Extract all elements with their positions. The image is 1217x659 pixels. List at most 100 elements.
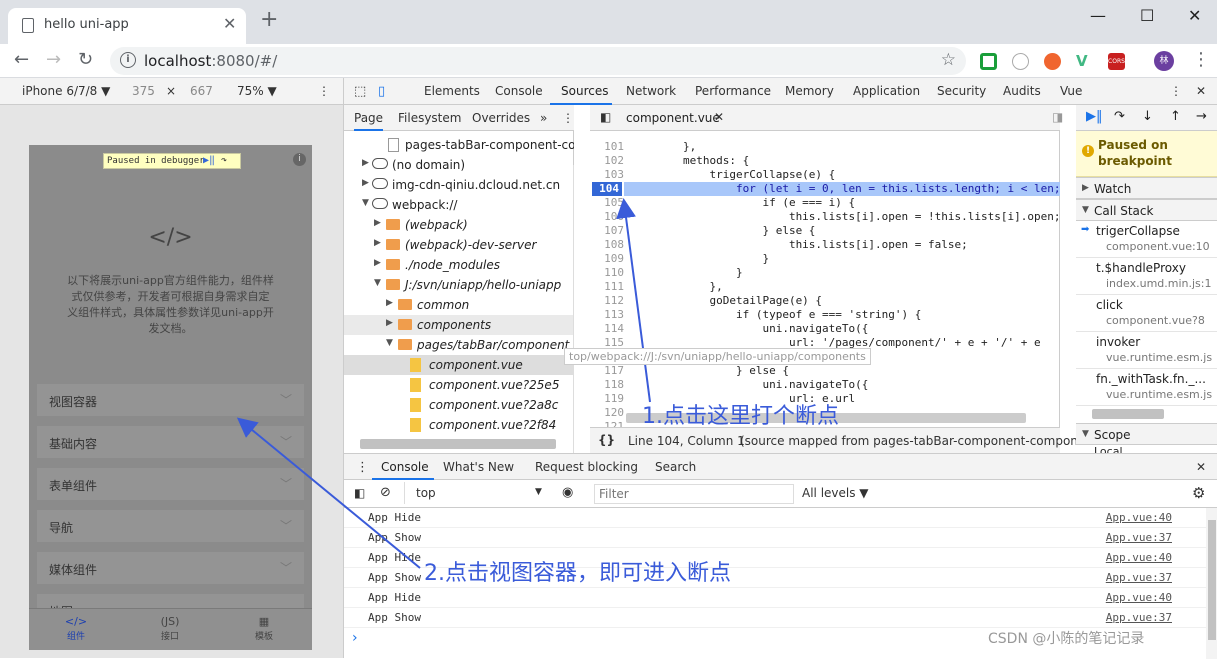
line-number[interactable]: 101 (590, 140, 624, 154)
tab-sources[interactable]: Sources (561, 84, 608, 98)
browser-menu-icon[interactable]: ⋮ (1192, 50, 1210, 70)
eye-icon[interactable]: ◉ (562, 485, 573, 500)
line-number[interactable]: 114 (590, 322, 624, 336)
menu-item-form[interactable]: 表单组件 ﹀ (37, 468, 304, 500)
code-line[interactable]: goDetailPage(e) { (630, 294, 822, 308)
address-bar[interactable]: i localhost:8080/#/ ☆ (110, 47, 966, 75)
tree-item-selected[interactable]: component.vue (344, 355, 574, 375)
line-number[interactable]: 103 (590, 168, 624, 182)
resume-icon[interactable]: ▶‖ (203, 155, 217, 167)
cors-extension-icon[interactable]: CORS (1108, 53, 1125, 70)
extension-green-icon[interactable] (980, 53, 997, 70)
line-number[interactable]: 109 (590, 252, 624, 266)
line-number[interactable]: 120 (590, 406, 624, 420)
nav-tab-page[interactable]: Page (354, 111, 384, 131)
chevron-down-icon[interactable]: ▼ (535, 487, 542, 497)
clear-console-icon[interactable]: ⊘ (380, 485, 391, 500)
line-number[interactable]: 113 (590, 308, 624, 322)
watch-section-header[interactable]: ▶ Watch (1076, 177, 1217, 199)
call-frame[interactable]: t.$handleProxy index.umd.min.js:1 (1076, 258, 1217, 295)
console-filter-input[interactable] (594, 484, 794, 504)
tab-console[interactable]: Console (495, 84, 543, 98)
tree-item[interactable]: component.vue?2a8c (344, 395, 574, 415)
nav-menu-icon[interactable]: ⋮ (562, 111, 574, 125)
tree-item[interactable]: ▶ (no domain) (344, 155, 574, 175)
tab-memory[interactable]: Memory (785, 84, 834, 98)
maximize-button[interactable]: ☐ (1140, 6, 1154, 25)
drawer-tab-whats-new[interactable]: What's New (443, 460, 514, 474)
drawer-menu-icon[interactable]: ⋮ (356, 460, 369, 475)
device-height[interactable]: 667 (190, 84, 213, 98)
line-number[interactable]: 110 (590, 266, 624, 280)
code-line-paused[interactable]: for (let i = 0, len = this.lists.length;… (630, 182, 1060, 196)
close-window-button[interactable]: ✕ (1188, 6, 1201, 25)
code-line[interactable]: methods: { (630, 154, 749, 168)
line-number[interactable]: 118 (590, 378, 624, 392)
tab-network[interactable]: Network (626, 84, 676, 98)
call-frame[interactable]: invoker vue.runtime.esm.js (1076, 332, 1217, 369)
step-icon[interactable]: → (1196, 109, 1207, 124)
resume-icon[interactable]: ▶‖ (1086, 109, 1103, 124)
code-line[interactable]: uni.navigateTo({ (630, 378, 868, 392)
gear-icon[interactable]: ⚙ (1192, 484, 1205, 502)
tree-item[interactable]: component.vue?2f84 (344, 415, 574, 435)
device-menu-icon[interactable]: ⋮ (318, 84, 330, 98)
sidebar-horizontal-scrollbar[interactable] (1092, 409, 1164, 419)
step-into-icon[interactable]: ↓ (1142, 109, 1153, 124)
tree-item[interactable]: ▶ img-cdn-qiniu.dcloud.net.cn (344, 175, 574, 195)
tree-item[interactable]: pages-tabBar-component-comp (344, 135, 574, 155)
reload-icon[interactable]: ↻ (78, 50, 93, 70)
close-devtools-icon[interactable]: ✕ (1196, 84, 1206, 98)
tab-elements[interactable]: Elements (424, 84, 480, 98)
vue-devtools-icon[interactable]: V (1076, 53, 1093, 70)
code-line[interactable]: if (e === i) { (630, 196, 855, 210)
forward-icon[interactable]: → (46, 50, 61, 70)
tree-item[interactable]: ▶ ./node_modules (344, 255, 574, 275)
code-line[interactable]: } else { (630, 224, 815, 238)
tree-item[interactable]: component.vue?25e5 (344, 375, 574, 395)
log-source-link[interactable]: App.vue:40 (1106, 511, 1172, 524)
tree-item[interactable]: ▶ (webpack) (344, 215, 574, 235)
code-line[interactable]: this.lists[i].open = false; (630, 238, 968, 252)
menu-item-media[interactable]: 媒体组件 ﹀ (37, 552, 304, 584)
tab-security[interactable]: Security (937, 84, 986, 98)
log-levels-select[interactable]: All levels ▼ (802, 486, 869, 500)
line-number[interactable]: 111 (590, 280, 624, 294)
sidebar-toggle-icon[interactable]: ◧ (354, 486, 365, 500)
log-source-link[interactable]: App.vue:40 (1106, 591, 1172, 604)
line-number[interactable]: 117 (590, 364, 624, 378)
nav-tab-overrides[interactable]: Overrides (472, 111, 530, 125)
inspect-icon[interactable]: ⬚ (354, 84, 366, 99)
back-icon[interactable]: ← (14, 50, 29, 70)
minimize-button[interactable]: — (1090, 6, 1106, 25)
source-map-info[interactable]: (source mapped from pages-tabBar-compone… (740, 434, 1111, 448)
line-number[interactable]: 107 (590, 224, 624, 238)
tree-item[interactable]: ▼ J:/svn/uniapp/hello-uniapp (344, 275, 574, 295)
scope-local[interactable]: Local (1076, 445, 1217, 453)
tree-item[interactable]: ▶ (webpack)-dev-server (344, 235, 574, 255)
step-out-icon[interactable]: ↑ (1170, 109, 1181, 124)
code-area[interactable]: 101 }, 102 methods: { 103 trigerCollapse… (590, 131, 1060, 427)
profile-avatar[interactable]: 林 (1154, 51, 1174, 71)
pretty-print-icon[interactable]: {} (598, 433, 615, 447)
scope-section-header[interactable]: ▼ Scope (1076, 423, 1217, 445)
context-select[interactable]: top (416, 486, 436, 500)
scrollbar[interactable] (573, 165, 574, 453)
console-scrollbar[interactable] (1206, 508, 1217, 659)
code-line[interactable]: } (630, 266, 743, 280)
extension-circle-icon[interactable] (1012, 53, 1029, 70)
log-source-link[interactable]: App.vue:40 (1106, 551, 1172, 564)
drawer-tab-request-blocking[interactable]: Request blocking (535, 460, 638, 474)
editor-tab-component-vue[interactable]: component.vue (626, 111, 720, 125)
info-icon[interactable]: i (293, 153, 306, 166)
zoom-select[interactable]: 75% ▼ (237, 84, 277, 98)
tab-application[interactable]: Application (853, 84, 920, 98)
code-line[interactable]: }, (630, 280, 722, 294)
tree-item[interactable]: ▶ components (344, 315, 574, 335)
log-source-link[interactable]: App.vue:37 (1106, 571, 1172, 584)
code-line[interactable]: }, (630, 140, 696, 154)
step-over-icon[interactable]: ↷ (1114, 109, 1125, 124)
tabbar-item-api[interactable]: (JS) 接口 (140, 615, 200, 642)
toggle-debugger-icon[interactable]: ◨ (1052, 110, 1063, 124)
drawer-tab-search[interactable]: Search (655, 460, 696, 474)
